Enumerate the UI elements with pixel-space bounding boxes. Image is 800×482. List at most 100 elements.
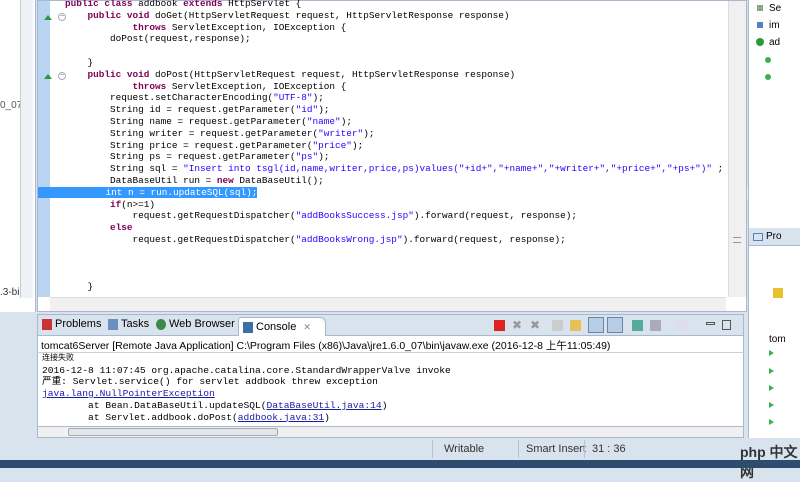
console-output[interactable]: 连接失败 2016-12-8 11:07:45 org.apache.catali…: [37, 353, 744, 426]
code-editor[interactable]: − − public class addbook extends HttpSer…: [37, 0, 774, 312]
code-line[interactable]: String writer = request.getParameter("wr…: [65, 128, 723, 140]
suspend-icon[interactable]: [773, 288, 783, 298]
horizontal-scrollbar[interactable]: [50, 297, 726, 311]
show-on-error-icon[interactable]: [607, 317, 623, 333]
code-line[interactable]: String price = request.getParameter("pri…: [65, 140, 723, 152]
code-line[interactable]: public void doGet(HttpServletRequest req…: [65, 10, 723, 22]
console-title: tomcat6Server [Remote Java Application] …: [37, 336, 744, 353]
insert-mode-status[interactable]: Smart Insert: [526, 443, 586, 455]
code-token: request.getRequestDispatcher(: [65, 210, 296, 222]
remove-launch-icon[interactable]: ✖: [512, 319, 523, 331]
thread-icon: [769, 402, 774, 408]
code-line[interactable]: }: [65, 281, 723, 293]
code-token: String ps = request.getParameter(: [65, 151, 296, 163]
code-line[interactable]: String sql = "Insert into tsgl(id,name,w…: [65, 163, 723, 175]
tab-label: Tasks: [121, 318, 150, 330]
code-token: else: [110, 222, 133, 234]
code-line[interactable]: }: [65, 57, 723, 69]
tab-console[interactable]: Console ✕: [238, 317, 326, 336]
code-line[interactable]: doPost(request,response);: [65, 33, 723, 45]
code-line[interactable]: public void doPost(HttpServletRequest re…: [65, 69, 723, 81]
terminate-icon[interactable]: [494, 320, 505, 331]
debug-panel: Pro tom: [748, 228, 800, 460]
code-line[interactable]: request.setCharacterEncoding("UTF-8");: [65, 92, 723, 104]
code-token: "name": [306, 115, 341, 127]
status-bar: Writable Smart Insert 31 : 36: [0, 438, 800, 460]
remove-all-icon[interactable]: ✖: [530, 319, 541, 331]
code-line[interactable]: [65, 269, 723, 281]
code-line[interactable]: [65, 246, 723, 258]
pin-console-icon[interactable]: [632, 320, 643, 331]
tab-web-browser[interactable]: Web Browser: [156, 318, 235, 330]
code-line[interactable]: request.getRequestDispatcher("addBooksSu…: [65, 210, 723, 222]
code-token: }: [65, 281, 94, 293]
outline-item[interactable]: Se: [769, 3, 781, 14]
code-line[interactable]: String ps = request.getParameter("ps");: [65, 151, 723, 163]
vertical-scrollbar[interactable]: [20, 0, 33, 298]
code-line[interactable]: request.getRequestDispatcher("addBooksWr…: [65, 234, 723, 246]
scroll-lock-icon[interactable]: [570, 320, 581, 331]
console-text: 严重: Servlet.service() for servlet addboo…: [42, 376, 378, 388]
horizontal-scrollbar[interactable]: [37, 426, 744, 438]
tab-label: Problems: [55, 318, 102, 330]
close-icon[interactable]: ✕: [303, 322, 311, 333]
console-line: java.lang.NullPointerException: [42, 388, 743, 400]
display-console-icon[interactable]: [650, 320, 661, 331]
outline-item[interactable]: im: [769, 20, 780, 31]
method-icon: [765, 57, 771, 63]
tree-fragment: .3-bi: [0, 287, 20, 298]
code-line[interactable]: DataBaseUtil run = new DataBaseUtil();: [65, 175, 723, 187]
globe-icon: [156, 318, 166, 330]
writable-status: Writable: [444, 443, 485, 455]
code-line[interactable]: String name = request.getParameter("name…: [65, 116, 723, 128]
tab-tasks[interactable]: Tasks: [108, 318, 149, 330]
code-token: if: [110, 198, 122, 210]
code-line[interactable]: throws ServletException, IOException {: [65, 22, 723, 34]
open-console-icon[interactable]: [676, 320, 687, 331]
maximize-icon[interactable]: [722, 320, 731, 330]
code-token: "addBooksWrong.jsp": [295, 233, 403, 245]
taskbar: [0, 460, 800, 468]
vertical-scrollbar[interactable]: [728, 1, 746, 297]
show-on-output-icon[interactable]: [588, 317, 604, 333]
code-line[interactable]: if(n>=1): [65, 199, 723, 211]
problems-icon: [42, 318, 52, 330]
code-token: public void: [87, 68, 156, 80]
code-token: );: [318, 151, 330, 163]
code-token: DataBaseUtil();: [239, 174, 324, 186]
code-token: );: [363, 127, 375, 139]
tab-problems[interactable]: Problems: [42, 318, 101, 330]
properties-icon: [753, 232, 763, 241]
code-token: String name = request.getParameter(: [65, 115, 307, 127]
tab-properties[interactable]: Pro: [753, 231, 782, 242]
code-line[interactable]: public class addbook extends HttpServlet…: [65, 0, 723, 10]
code-line[interactable]: String id = request.getParameter("id");: [65, 104, 723, 116]
console-text: 连接失败: [42, 354, 74, 363]
code-line[interactable]: [65, 258, 723, 270]
minimize-icon[interactable]: [706, 322, 715, 325]
code-token: extends: [183, 0, 229, 9]
clear-console-icon[interactable]: [552, 320, 563, 331]
tab-label: Console: [256, 321, 297, 333]
outline-item[interactable]: ad: [769, 37, 780, 48]
code-token: String price = request.getParameter(: [65, 139, 313, 151]
thread-icon: [769, 368, 774, 374]
stack-trace-link[interactable]: java.lang.NullPointerException: [42, 388, 215, 399]
cursor-position: 31 : 36: [592, 443, 626, 455]
code-token: addbook: [138, 0, 184, 9]
code-token: doPost(HttpServletRequest request, HttpS…: [155, 68, 516, 80]
stack-trace-link[interactable]: addbook.java:31: [238, 412, 324, 423]
code-line[interactable]: int n = run.updateSQL(sql);: [38, 186, 774, 199]
code-token: "ps": [295, 151, 319, 163]
code-token: "id": [295, 104, 319, 116]
code-token: doPost(request,response);: [65, 33, 251, 45]
code-line[interactable]: [65, 45, 723, 57]
stack-trace-link[interactable]: DataBaseUtil.java:14: [267, 400, 382, 411]
code-text[interactable]: public class addbook extends HttpServlet…: [38, 0, 774, 293]
debug-item[interactable]: tom: [769, 334, 786, 345]
code-token: }: [65, 56, 94, 68]
code-line[interactable]: else: [65, 222, 723, 234]
code-line[interactable]: throws ServletException, IOException {: [65, 81, 723, 93]
